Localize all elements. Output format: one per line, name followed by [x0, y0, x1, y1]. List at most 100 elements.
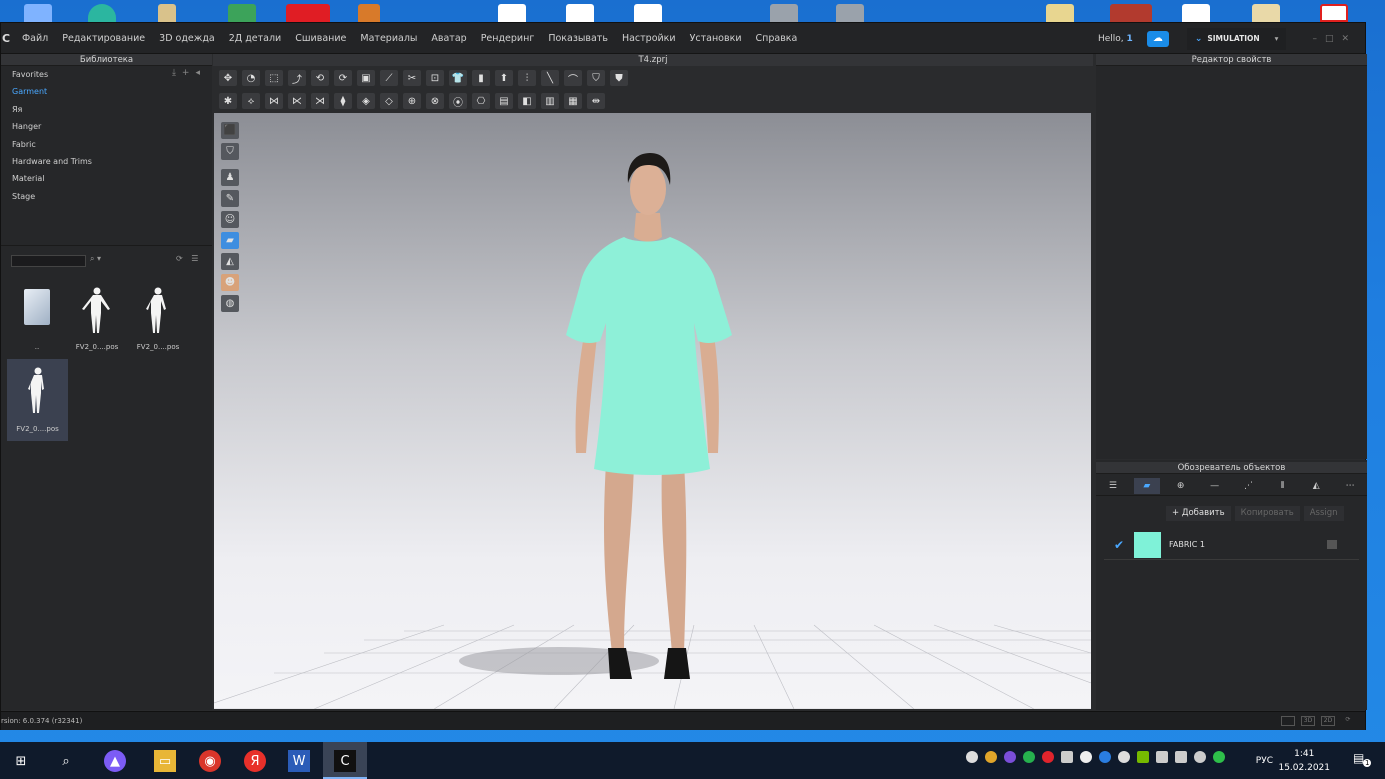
- library-item-material[interactable]: Material: [12, 174, 92, 191]
- curve-icon[interactable]: ⌒: [564, 70, 582, 86]
- assistant-icon[interactable]: ▲: [104, 750, 126, 772]
- view-toggle-icons[interactable]: ⟳ ☰: [176, 254, 201, 263]
- back-icon[interactable]: ◂: [195, 68, 206, 78]
- simulation-mode-dropdown[interactable]: ⌄ SIMULATION ▾: [1186, 27, 1287, 50]
- library-item-garment[interactable]: Garment: [12, 87, 92, 104]
- copy-button[interactable]: Копировать: [1234, 506, 1300, 521]
- desktop-icon[interactable]: [88, 4, 116, 22]
- desktop-icon[interactable]: [1046, 4, 1074, 22]
- thumb-parent-folder[interactable]: ..: [7, 279, 67, 359]
- garment-back-icon[interactable]: ▮: [472, 70, 490, 86]
- language-indicator[interactable]: РУС: [1256, 756, 1273, 766]
- garment-side-icon[interactable]: ⬆: [495, 70, 513, 86]
- fabric-list-item[interactable]: ✔ FABRIC 1: [1104, 530, 1359, 560]
- thumb-avatar-pose[interactable]: FV2_0....pos: [67, 279, 127, 359]
- menu-materials[interactable]: Материалы: [353, 33, 424, 44]
- library-item-hanger[interactable]: Hanger: [12, 122, 92, 139]
- taskbar-clock[interactable]: 1:41 15.02.2021: [1278, 747, 1330, 775]
- add-icon[interactable]: +: [182, 68, 196, 78]
- menu-preferences[interactable]: Установки: [683, 33, 749, 44]
- desktop-icon[interactable]: [158, 4, 176, 22]
- tray-viber-icon[interactable]: [1004, 751, 1016, 763]
- select-mesh-icon[interactable]: ◔: [242, 70, 260, 86]
- topstitch-icon[interactable]: ▥: [541, 93, 559, 109]
- library-item-stage[interactable]: Stage: [12, 192, 92, 209]
- fill-icon[interactable]: ▦: [564, 93, 582, 109]
- tray-display-icon[interactable]: [1156, 751, 1168, 763]
- split-icon[interactable]: ⇹: [587, 93, 605, 109]
- shirt-alt-icon[interactable]: ⛊: [610, 70, 628, 86]
- menu-3d-garment[interactable]: 3D одежда: [152, 33, 222, 44]
- cut-icon[interactable]: ✂: [403, 70, 421, 86]
- library-item-hardware[interactable]: Hardware and Trims: [12, 157, 92, 174]
- seam-remove-icon[interactable]: ⋊: [311, 93, 329, 109]
- thumb-avatar-pose[interactable]: FV2_0....pos: [128, 279, 188, 359]
- tab-more-icon[interactable]: ⋯: [1337, 478, 1363, 494]
- desktop-icon[interactable]: [1182, 4, 1210, 22]
- strengthen-icon[interactable]: ⟳: [334, 70, 352, 86]
- layout-2d-icon[interactable]: 2D: [1321, 716, 1335, 726]
- menu-settings[interactable]: Настройки: [615, 33, 683, 44]
- library-item-fabric[interactable]: Fabric: [12, 140, 92, 157]
- tray-network-icon[interactable]: [966, 751, 978, 763]
- file-explorer-icon[interactable]: ▭: [154, 750, 176, 772]
- menu-help[interactable]: Справка: [749, 33, 805, 44]
- download-icon[interactable]: ⤓: [172, 68, 182, 78]
- desktop-icon[interactable]: [358, 4, 380, 22]
- tack-icon[interactable]: ▣: [357, 70, 375, 86]
- texture-edit-icon[interactable]: ⧫: [334, 93, 352, 109]
- tray-status-icon[interactable]: [1213, 751, 1225, 763]
- thumb-avatar-pose-selected[interactable]: FV2_0....pos: [7, 359, 68, 441]
- yandex-browser-icon[interactable]: Я: [244, 750, 266, 772]
- tab-zipper-icon[interactable]: ⦀: [1269, 478, 1295, 494]
- puckering-icon[interactable]: ▤: [495, 93, 513, 109]
- pin-icon[interactable]: ⟋: [380, 70, 398, 86]
- app-logo-icon[interactable]: C: [1, 32, 15, 45]
- close-icon[interactable]: ✕: [1337, 34, 1353, 44]
- tray-battery-icon[interactable]: [1175, 751, 1187, 763]
- desktop-icon[interactable]: [228, 4, 256, 22]
- tray-opera-icon[interactable]: [1042, 751, 1054, 763]
- tray-yandex-icon[interactable]: [1080, 751, 1092, 763]
- menu-edit[interactable]: Редактирование: [55, 33, 152, 44]
- assign-button[interactable]: Assign: [1303, 506, 1344, 521]
- maximize-icon[interactable]: □: [1321, 34, 1338, 44]
- seam-edit-icon[interactable]: ⋉: [288, 93, 306, 109]
- garment-front-icon[interactable]: 👕: [449, 70, 467, 86]
- menu-display[interactable]: Показывать: [541, 33, 615, 44]
- fold-arrangement-icon[interactable]: ⤴: [288, 70, 306, 86]
- menu-render[interactable]: Рендеринг: [474, 33, 542, 44]
- tab-topstitch-icon[interactable]: ⋰: [1235, 478, 1261, 494]
- tab-fabric-icon[interactable]: ▰: [1133, 477, 1160, 494]
- fold-icon[interactable]: ⟲: [311, 70, 329, 86]
- button-hole-icon[interactable]: ⊗: [426, 93, 444, 109]
- menu-sewing[interactable]: Сшивание: [288, 33, 353, 44]
- tray-app-icon[interactable]: [985, 751, 997, 763]
- tray-volume-icon[interactable]: [1194, 751, 1206, 763]
- desktop-icon[interactable]: [1110, 4, 1152, 22]
- graphic-icon[interactable]: ◇: [380, 93, 398, 109]
- notification-center-icon[interactable]: ▤ 1: [1353, 751, 1372, 769]
- desktop-icon[interactable]: [634, 4, 662, 22]
- tray-bluetooth-icon[interactable]: [1099, 751, 1111, 763]
- desktop-icon[interactable]: [24, 4, 52, 22]
- menu-avatar[interactable]: Аватар: [424, 33, 473, 44]
- button-icon[interactable]: ⊕: [403, 93, 421, 109]
- taskbar-active-app[interactable]: C: [323, 742, 367, 779]
- desktop-icon[interactable]: [498, 4, 526, 22]
- tab-trim-icon[interactable]: ◭: [1303, 478, 1329, 494]
- library-item-favorites[interactable]: Favorites: [12, 70, 92, 87]
- desktop-icon[interactable]: [566, 4, 594, 22]
- arrangement-point-icon[interactable]: ⟡: [242, 93, 260, 109]
- select-move-icon[interactable]: ✥: [219, 70, 237, 86]
- tab-button-icon[interactable]: ⊕: [1168, 478, 1194, 494]
- 3d-scene[interactable]: ⬛ ⛉ ♟ ✎ ☺ ▰ ◭ ☻ ◍: [214, 113, 1091, 709]
- tray-security-icon[interactable]: [1118, 751, 1130, 763]
- seam-icon[interactable]: ⋈: [265, 93, 283, 109]
- zipper-icon[interactable]: ⦿: [449, 93, 467, 109]
- shirt-icon[interactable]: ⛉: [587, 70, 605, 86]
- desktop-icon[interactable]: [1252, 4, 1280, 22]
- menu-file[interactable]: Файл: [15, 33, 55, 44]
- desktop-icon[interactable]: [770, 4, 798, 22]
- word-icon[interactable]: W: [288, 750, 310, 772]
